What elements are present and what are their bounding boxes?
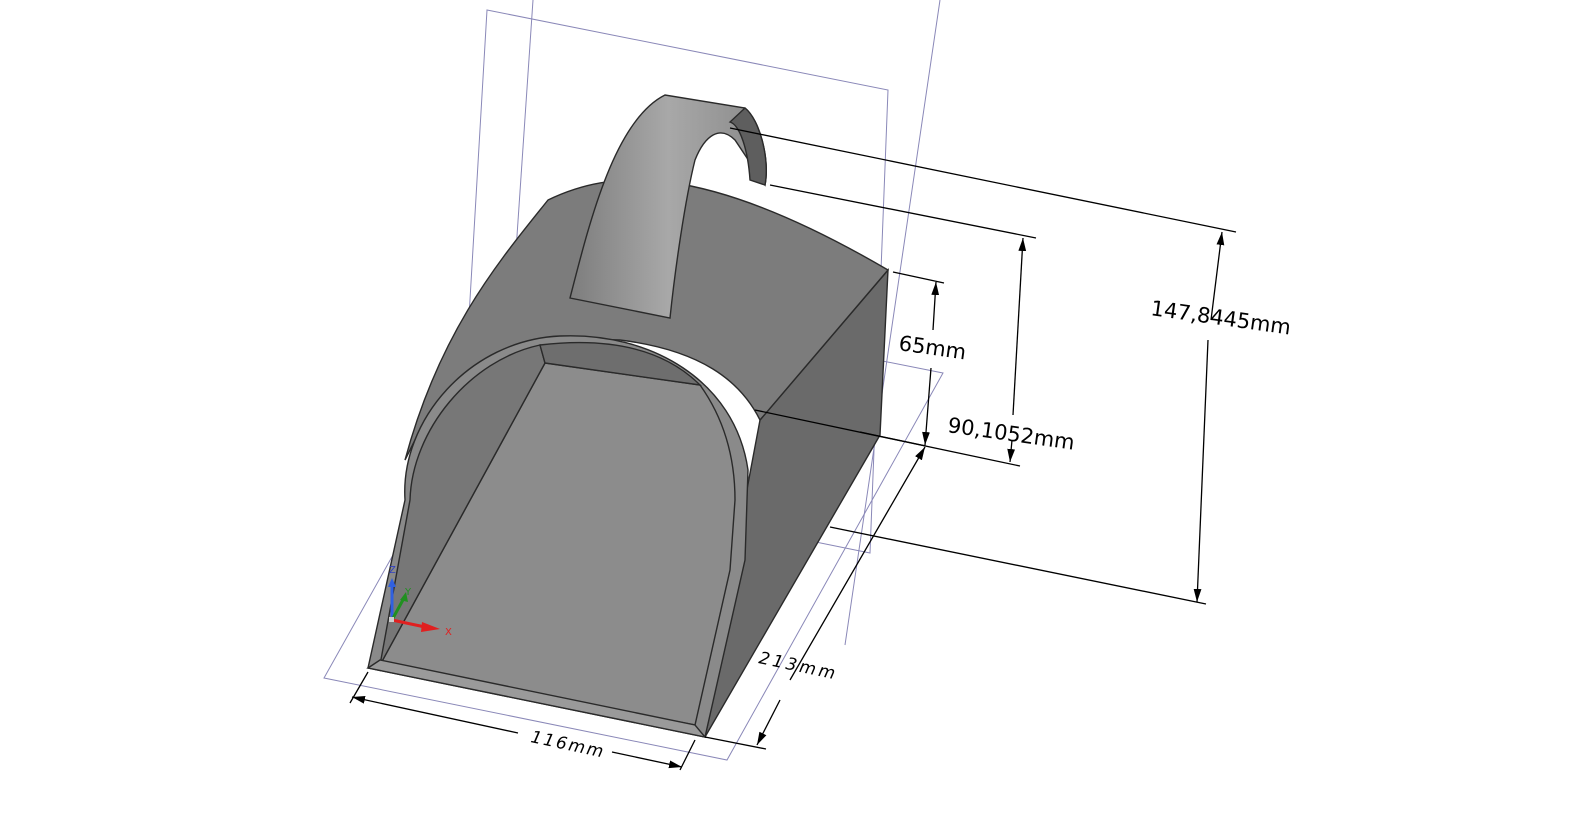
z-axis-label: Z (389, 565, 396, 576)
x-axis-label: X (445, 627, 452, 638)
y-axis-label: Y (404, 587, 412, 598)
cad-viewport[interactable]: 147,8445mm 90,1052mm 65mm 213mm 116mm Z … (0, 0, 1571, 829)
scoop-handle-inner (728, 107, 767, 186)
dimension-label: 116mm (529, 727, 607, 762)
dimension-label: 213mm (757, 648, 840, 684)
dimension-label: 65mm (897, 331, 967, 364)
scoop-model[interactable] (366, 94, 890, 739)
dimension-label: 147,8445mm (1149, 296, 1292, 339)
